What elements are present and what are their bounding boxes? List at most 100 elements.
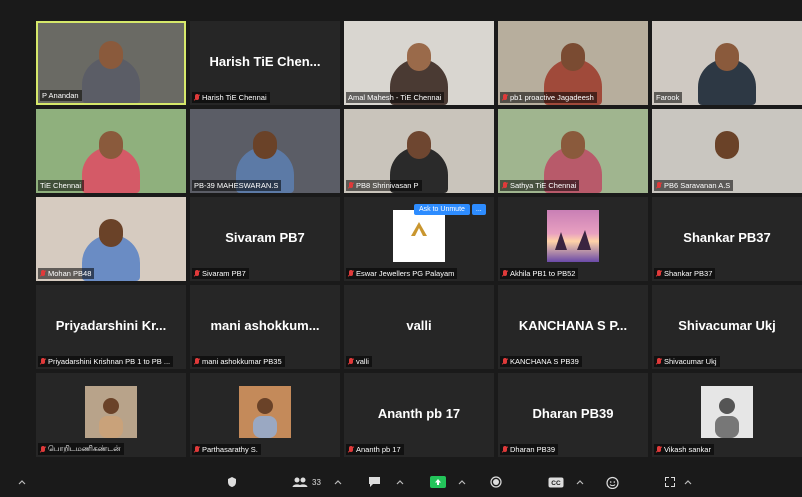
participant-tile[interactable]: P Anandan <box>36 21 186 105</box>
participant-name-label: Priyadarshini Krishnan PB 1 to PB ... <box>38 356 174 367</box>
mic-muted-icon <box>656 270 662 277</box>
mic-muted-icon <box>348 358 354 365</box>
participant-name-label: P Anandan <box>40 90 82 101</box>
share-screen-icon[interactable] <box>430 474 446 490</box>
participant-tile[interactable]: Shankar PB37 Shankar PB37 <box>652 197 802 281</box>
participant-name-text: Harish TiE Chennai <box>202 93 267 102</box>
participant-tile[interactable]: Vikash sankar <box>652 373 802 457</box>
profile-picture <box>393 209 445 262</box>
meeting-toolbar: 33 CC <box>0 468 802 497</box>
profile-picture <box>547 209 599 262</box>
closed-caption-icon[interactable]: CC <box>548 474 564 490</box>
participant-name-label: valli <box>346 356 372 367</box>
security-shield-icon[interactable] <box>226 474 238 490</box>
participant-name-label: Dharan PB39 <box>500 444 559 455</box>
participant-tile[interactable]: Dharan PB39 Dharan PB39 <box>498 373 648 457</box>
chat-icon[interactable] <box>368 474 381 490</box>
mic-muted-icon <box>656 446 662 453</box>
mic-muted-icon <box>194 358 200 365</box>
participants-button[interactable]: 33 <box>292 474 321 490</box>
profile-picture <box>85 385 137 438</box>
participant-name-text: Ananth pb 17 <box>356 445 401 454</box>
ask-to-unmute-button[interactable]: Ask to Unmute <box>414 203 470 215</box>
participant-name-label: pb1 proactive Jagadeesh <box>500 92 597 103</box>
participant-tile[interactable]: Priyadarshini Kr... Priyadarshini Krishna… <box>36 285 186 369</box>
participant-tile[interactable]: PB6 Saravanan A.S <box>652 109 802 193</box>
participant-name-text: Sathya TiE Chennai <box>510 181 577 190</box>
participant-display-name: Harish TiE Chen... <box>209 54 321 69</box>
video-grid: P Anandan Harish TiE Chen... Harish TiE Ch… <box>36 21 802 461</box>
participant-name-label: Parthasarathy S. <box>192 444 261 455</box>
chevron-up-icon[interactable] <box>684 474 692 490</box>
participant-tile[interactable]: பொறிடமணிகண்டன் <box>36 373 186 457</box>
participant-display-name: valli <box>406 318 432 333</box>
mic-muted-icon <box>502 94 508 101</box>
participants-count: 33 <box>312 477 321 487</box>
participant-tile[interactable]: Amal Mahesh - TiE Chennai <box>344 21 494 105</box>
chevron-up-icon[interactable] <box>396 474 404 490</box>
participant-name-label: Shankar PB37 <box>654 268 716 279</box>
mic-muted-icon <box>348 182 354 189</box>
participant-name-text: pb1 proactive Jagadeesh <box>510 93 594 102</box>
mic-muted-icon <box>502 270 508 277</box>
participant-tile[interactable]: Sivaram PB7 Sivaram PB7 <box>190 197 340 281</box>
participant-name-label: Harish TiE Chennai <box>192 92 270 103</box>
reactions-icon[interactable] <box>606 474 619 490</box>
svg-text:CC: CC <box>551 480 561 487</box>
participant-name-label: Eswar Jewellers PG Palayam <box>346 268 458 279</box>
participant-tile[interactable]: Parthasarathy S. <box>190 373 340 457</box>
participant-name-label: KANCHANA S PB39 <box>500 356 582 367</box>
participant-name-text: Parthasarathy S. <box>202 445 258 454</box>
participant-name-text: Akhila PB1 to PB52 <box>510 269 576 278</box>
apps-icon[interactable] <box>664 474 676 490</box>
chevron-up-icon[interactable] <box>18 474 26 490</box>
mic-muted-icon <box>656 358 662 365</box>
chevron-up-icon[interactable] <box>334 474 342 490</box>
participant-display-name: Sivaram PB7 <box>225 230 305 245</box>
participant-name-text: PB6 Saravanan A.S <box>664 181 731 190</box>
mic-muted-icon <box>194 446 200 453</box>
chevron-up-icon[interactable] <box>576 474 584 490</box>
participant-name-label: TiE Chennai <box>38 180 84 191</box>
participant-tile[interactable]: TiE Chennai <box>36 109 186 193</box>
chevron-up-icon[interactable] <box>458 474 466 490</box>
participant-tile[interactable]: Farook <box>652 21 802 105</box>
participant-name-text: Mohan PB48 <box>48 269 92 278</box>
mic-muted-icon <box>40 270 46 277</box>
participant-name-label: Amal Mahesh - TiE Chennai <box>346 92 445 103</box>
participant-name-text: Sivaram PB7 <box>202 269 246 278</box>
participant-tile[interactable]: Shivacumar Ukj Shivacumar Ukj <box>652 285 802 369</box>
more-options-button[interactable]: ... <box>471 203 486 215</box>
participant-tile[interactable]: Sathya TiE Chennai <box>498 109 648 193</box>
participant-name-label: Shivacumar Ukj <box>654 356 720 367</box>
participant-tile[interactable]: Harish TiE Chen... Harish TiE Chennai <box>190 21 340 105</box>
participant-tile[interactable]: pb1 proactive Jagadeesh <box>498 21 648 105</box>
participant-head <box>99 131 123 159</box>
participant-name-text: KANCHANA S PB39 <box>510 357 579 366</box>
participant-tile[interactable]: KANCHANA S P... KANCHANA S PB39 <box>498 285 648 369</box>
mic-muted-icon <box>502 358 508 365</box>
participant-name-label: Akhila PB1 to PB52 <box>500 268 579 279</box>
participant-head <box>715 43 739 71</box>
participant-display-name: KANCHANA S P... <box>518 318 628 333</box>
participant-name-label: Sivaram PB7 <box>192 268 249 279</box>
participant-tile[interactable]: PB-39 MAHESWARAN.S <box>190 109 340 193</box>
participant-name-label: PB8 Shrinivasan P <box>346 180 422 191</box>
participant-tile[interactable]: Akhila PB1 to PB52 <box>498 197 648 281</box>
participant-tile[interactable]: Ananth pb 17 Ananth pb 17 <box>344 373 494 457</box>
participant-tile[interactable]: mani ashokkum... mani ashokkumar PB35 <box>190 285 340 369</box>
participant-head <box>715 131 739 159</box>
participant-display-name: Priyadarshini Kr... <box>55 318 167 333</box>
participant-name-text: P Anandan <box>42 91 79 100</box>
participant-name-label: Farook <box>654 92 683 103</box>
participant-display-name: mani ashokkum... <box>210 318 320 333</box>
participant-tile[interactable]: PB8 Shrinivasan P <box>344 109 494 193</box>
participant-tile[interactable]: valli valli <box>344 285 494 369</box>
participant-name-label: Sathya TiE Chennai <box>500 180 580 191</box>
participant-display-name: Shankar PB37 <box>683 230 771 245</box>
record-icon[interactable] <box>490 474 502 490</box>
participant-name-text: Shankar PB37 <box>664 269 713 278</box>
participant-tile[interactable]: Mohan PB48 <box>36 197 186 281</box>
mic-muted-icon <box>40 445 46 453</box>
participants-icon <box>292 477 308 487</box>
